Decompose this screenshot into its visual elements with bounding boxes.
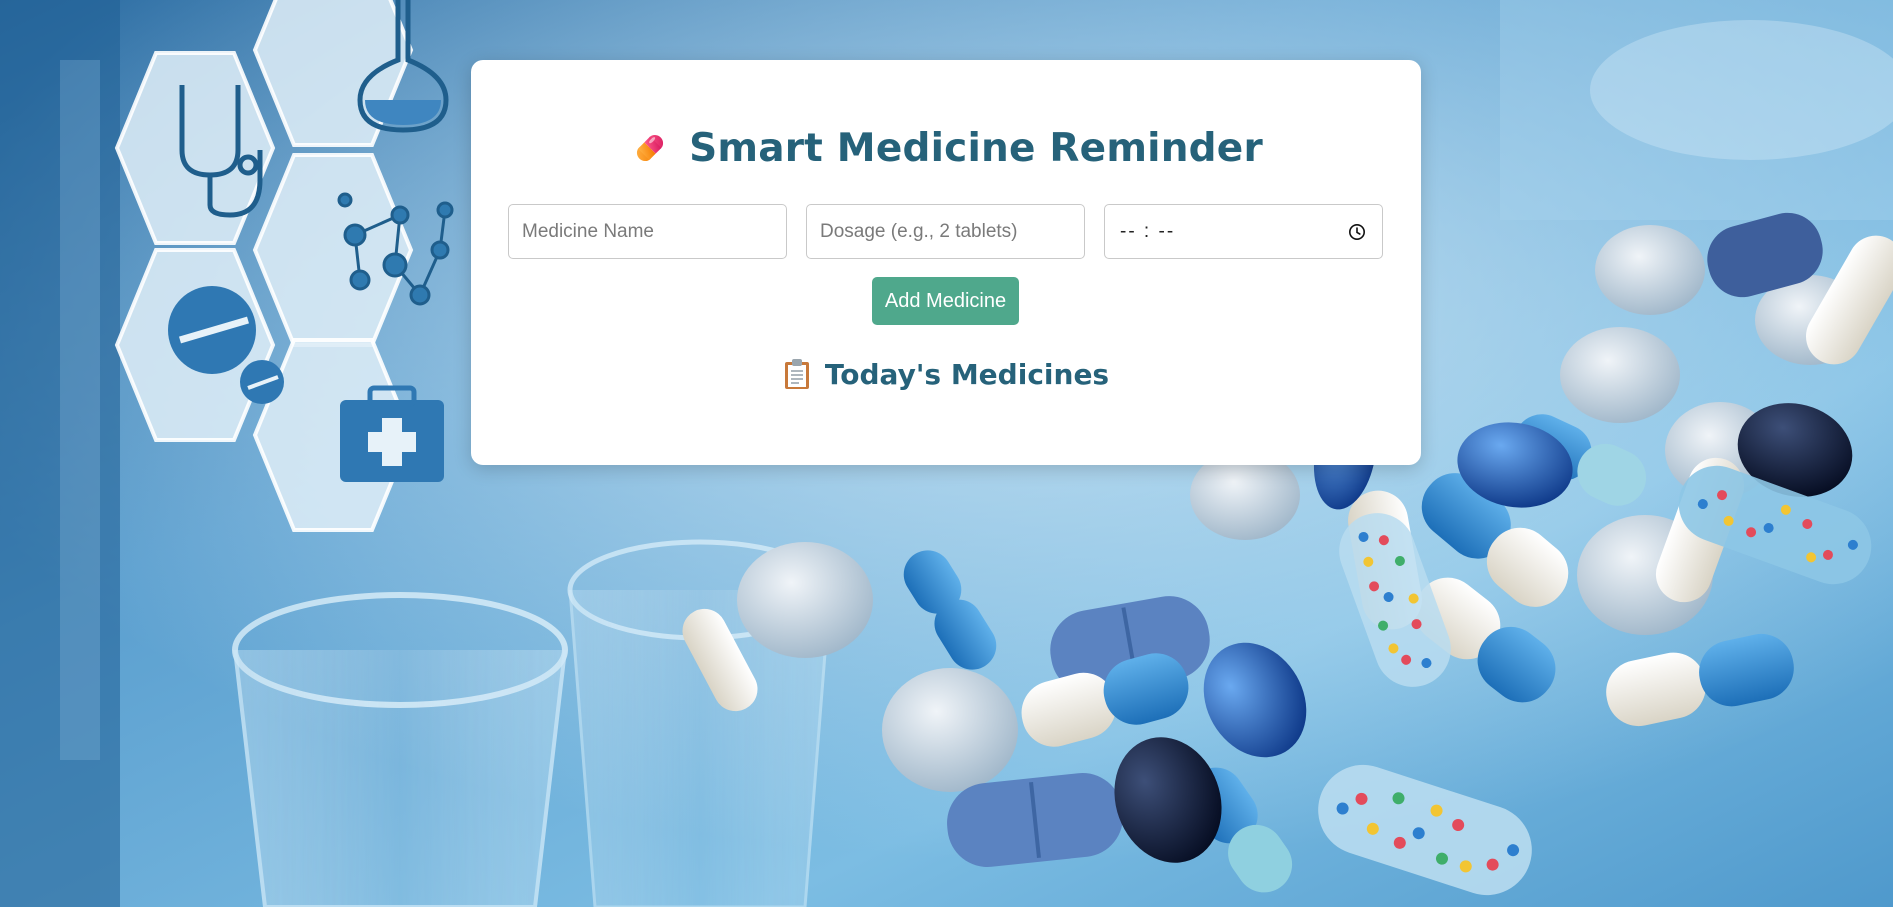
add-medicine-button[interactable]: Add Medicine [872, 277, 1019, 325]
pill-icon [637, 134, 664, 162]
dosage-input[interactable] [806, 204, 1085, 259]
medicine-name-input[interactable] [508, 204, 787, 259]
page-title: Smart Medicine Reminder [689, 125, 1263, 171]
reminder-card: Smart Medicine Reminder -- : -- Add Medi… [471, 60, 1421, 465]
medicine-form: -- : -- [508, 204, 1384, 259]
time-value: -- : -- [1120, 220, 1176, 242]
clock-icon[interactable] [1348, 223, 1366, 241]
todays-medicines-heading: Today's Medicines [824, 357, 1110, 391]
title-row: Smart Medicine Reminder [471, 120, 1421, 176]
time-input[interactable]: -- : -- [1104, 204, 1383, 259]
todays-medicines-header: Today's Medicines [471, 352, 1421, 396]
clipboard-icon [784, 359, 809, 389]
